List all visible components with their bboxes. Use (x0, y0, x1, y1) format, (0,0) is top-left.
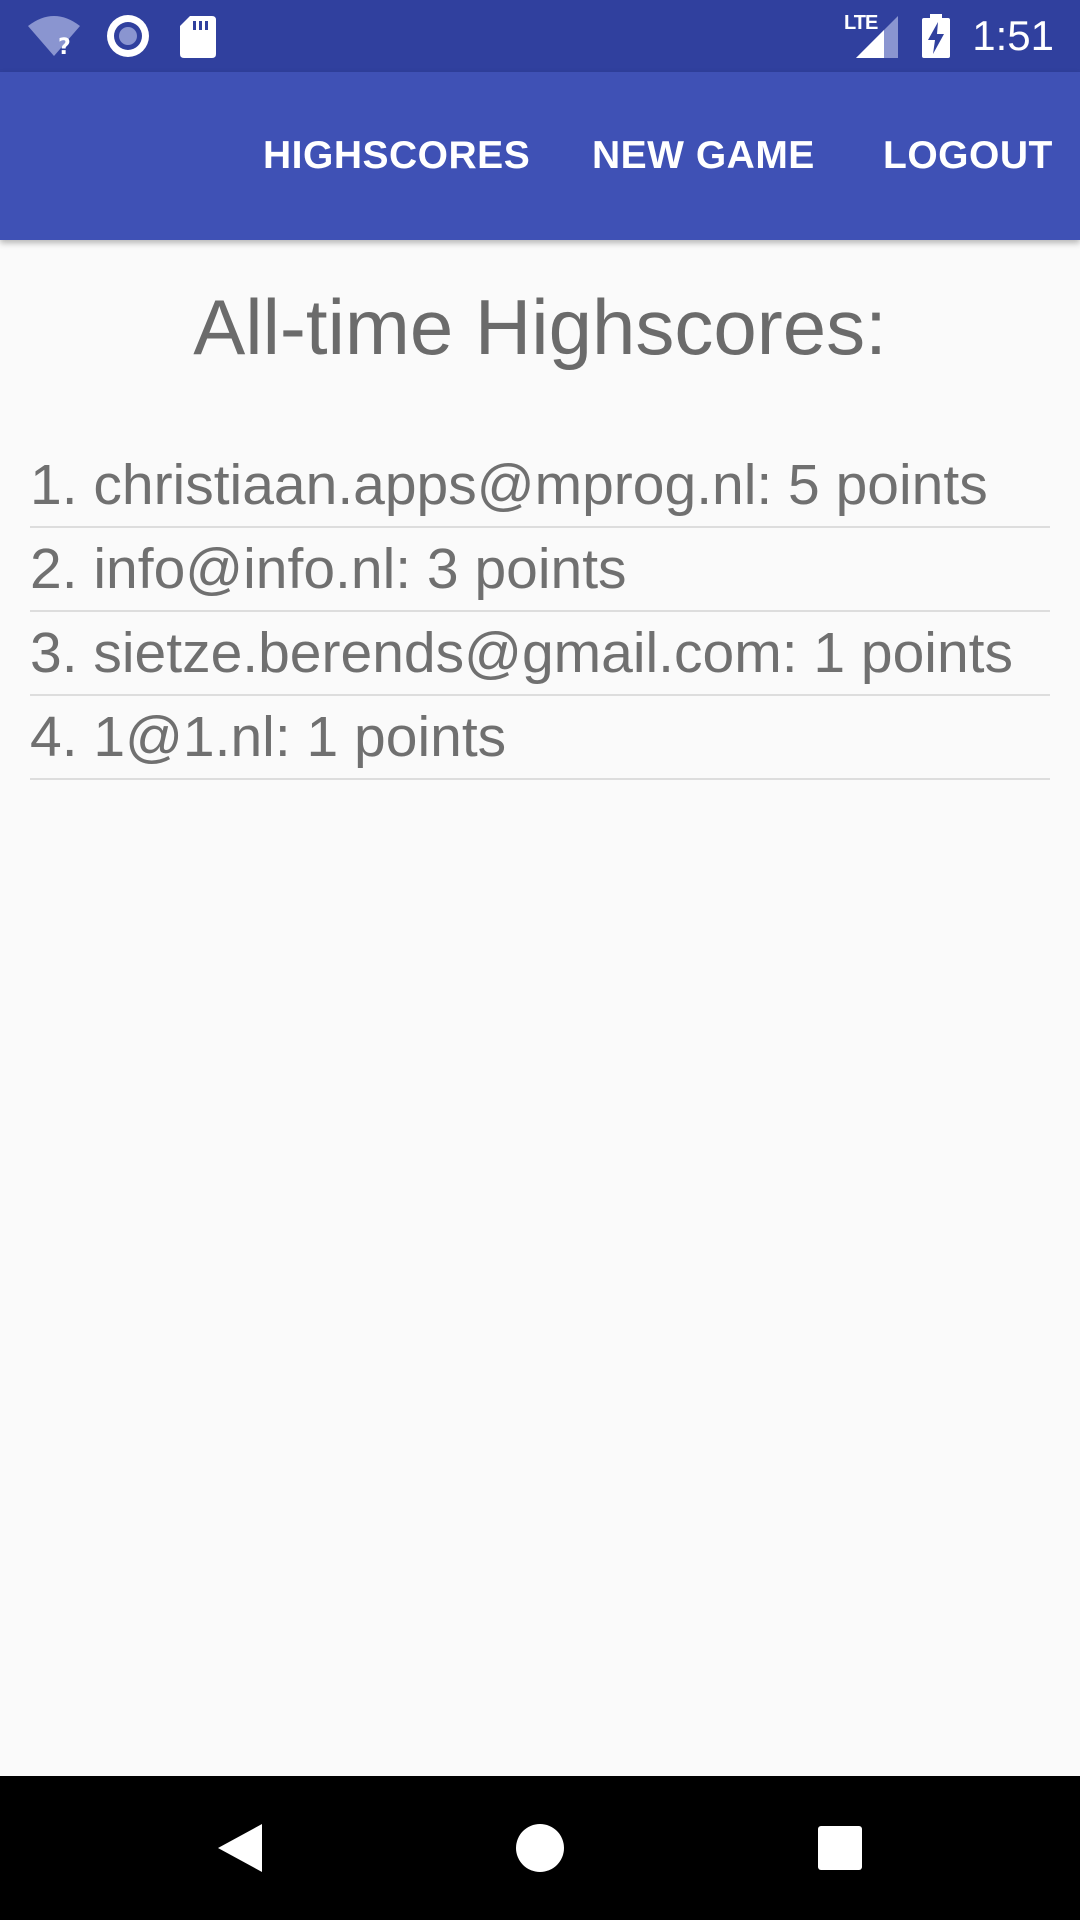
back-icon[interactable] (204, 1812, 276, 1884)
new-game-button[interactable]: NEW GAME (592, 72, 815, 240)
network-type-label: LTE (844, 12, 878, 34)
list-item[interactable]: 2. info@info.nl: 3 points (30, 528, 1050, 612)
highscore-list: 1. christiaan.apps@mprog.nl: 5 points 2.… (30, 444, 1050, 780)
list-item[interactable]: 3. sietze.berends@gmail.com: 1 points (30, 612, 1050, 696)
status-time: 1:51 (972, 12, 1054, 59)
screen: ? LTE 1:51 HIGHSCORES NEW GAME LOGOUT Al… (0, 0, 1080, 1920)
recents-icon[interactable] (804, 1812, 876, 1884)
battery-charging-icon (920, 12, 952, 60)
app-bar: HIGHSCORES NEW GAME LOGOUT (0, 72, 1080, 240)
home-icon[interactable] (504, 1812, 576, 1884)
sd-card-icon (178, 12, 218, 60)
svg-text:?: ? (58, 35, 71, 60)
navigation-bar (0, 1776, 1080, 1920)
list-item[interactable]: 4. 1@1.nl: 1 points (30, 696, 1050, 780)
sync-circle-icon (104, 12, 152, 60)
wifi-unknown-icon: ? (26, 12, 82, 60)
page-title: All-time Highscores: (193, 283, 887, 371)
highscores-button[interactable]: HIGHSCORES (263, 72, 530, 240)
list-item[interactable]: 1. christiaan.apps@mprog.nl: 5 points (30, 444, 1050, 528)
logout-button[interactable]: LOGOUT (883, 72, 1053, 240)
status-bar: ? LTE 1:51 (0, 0, 1080, 72)
